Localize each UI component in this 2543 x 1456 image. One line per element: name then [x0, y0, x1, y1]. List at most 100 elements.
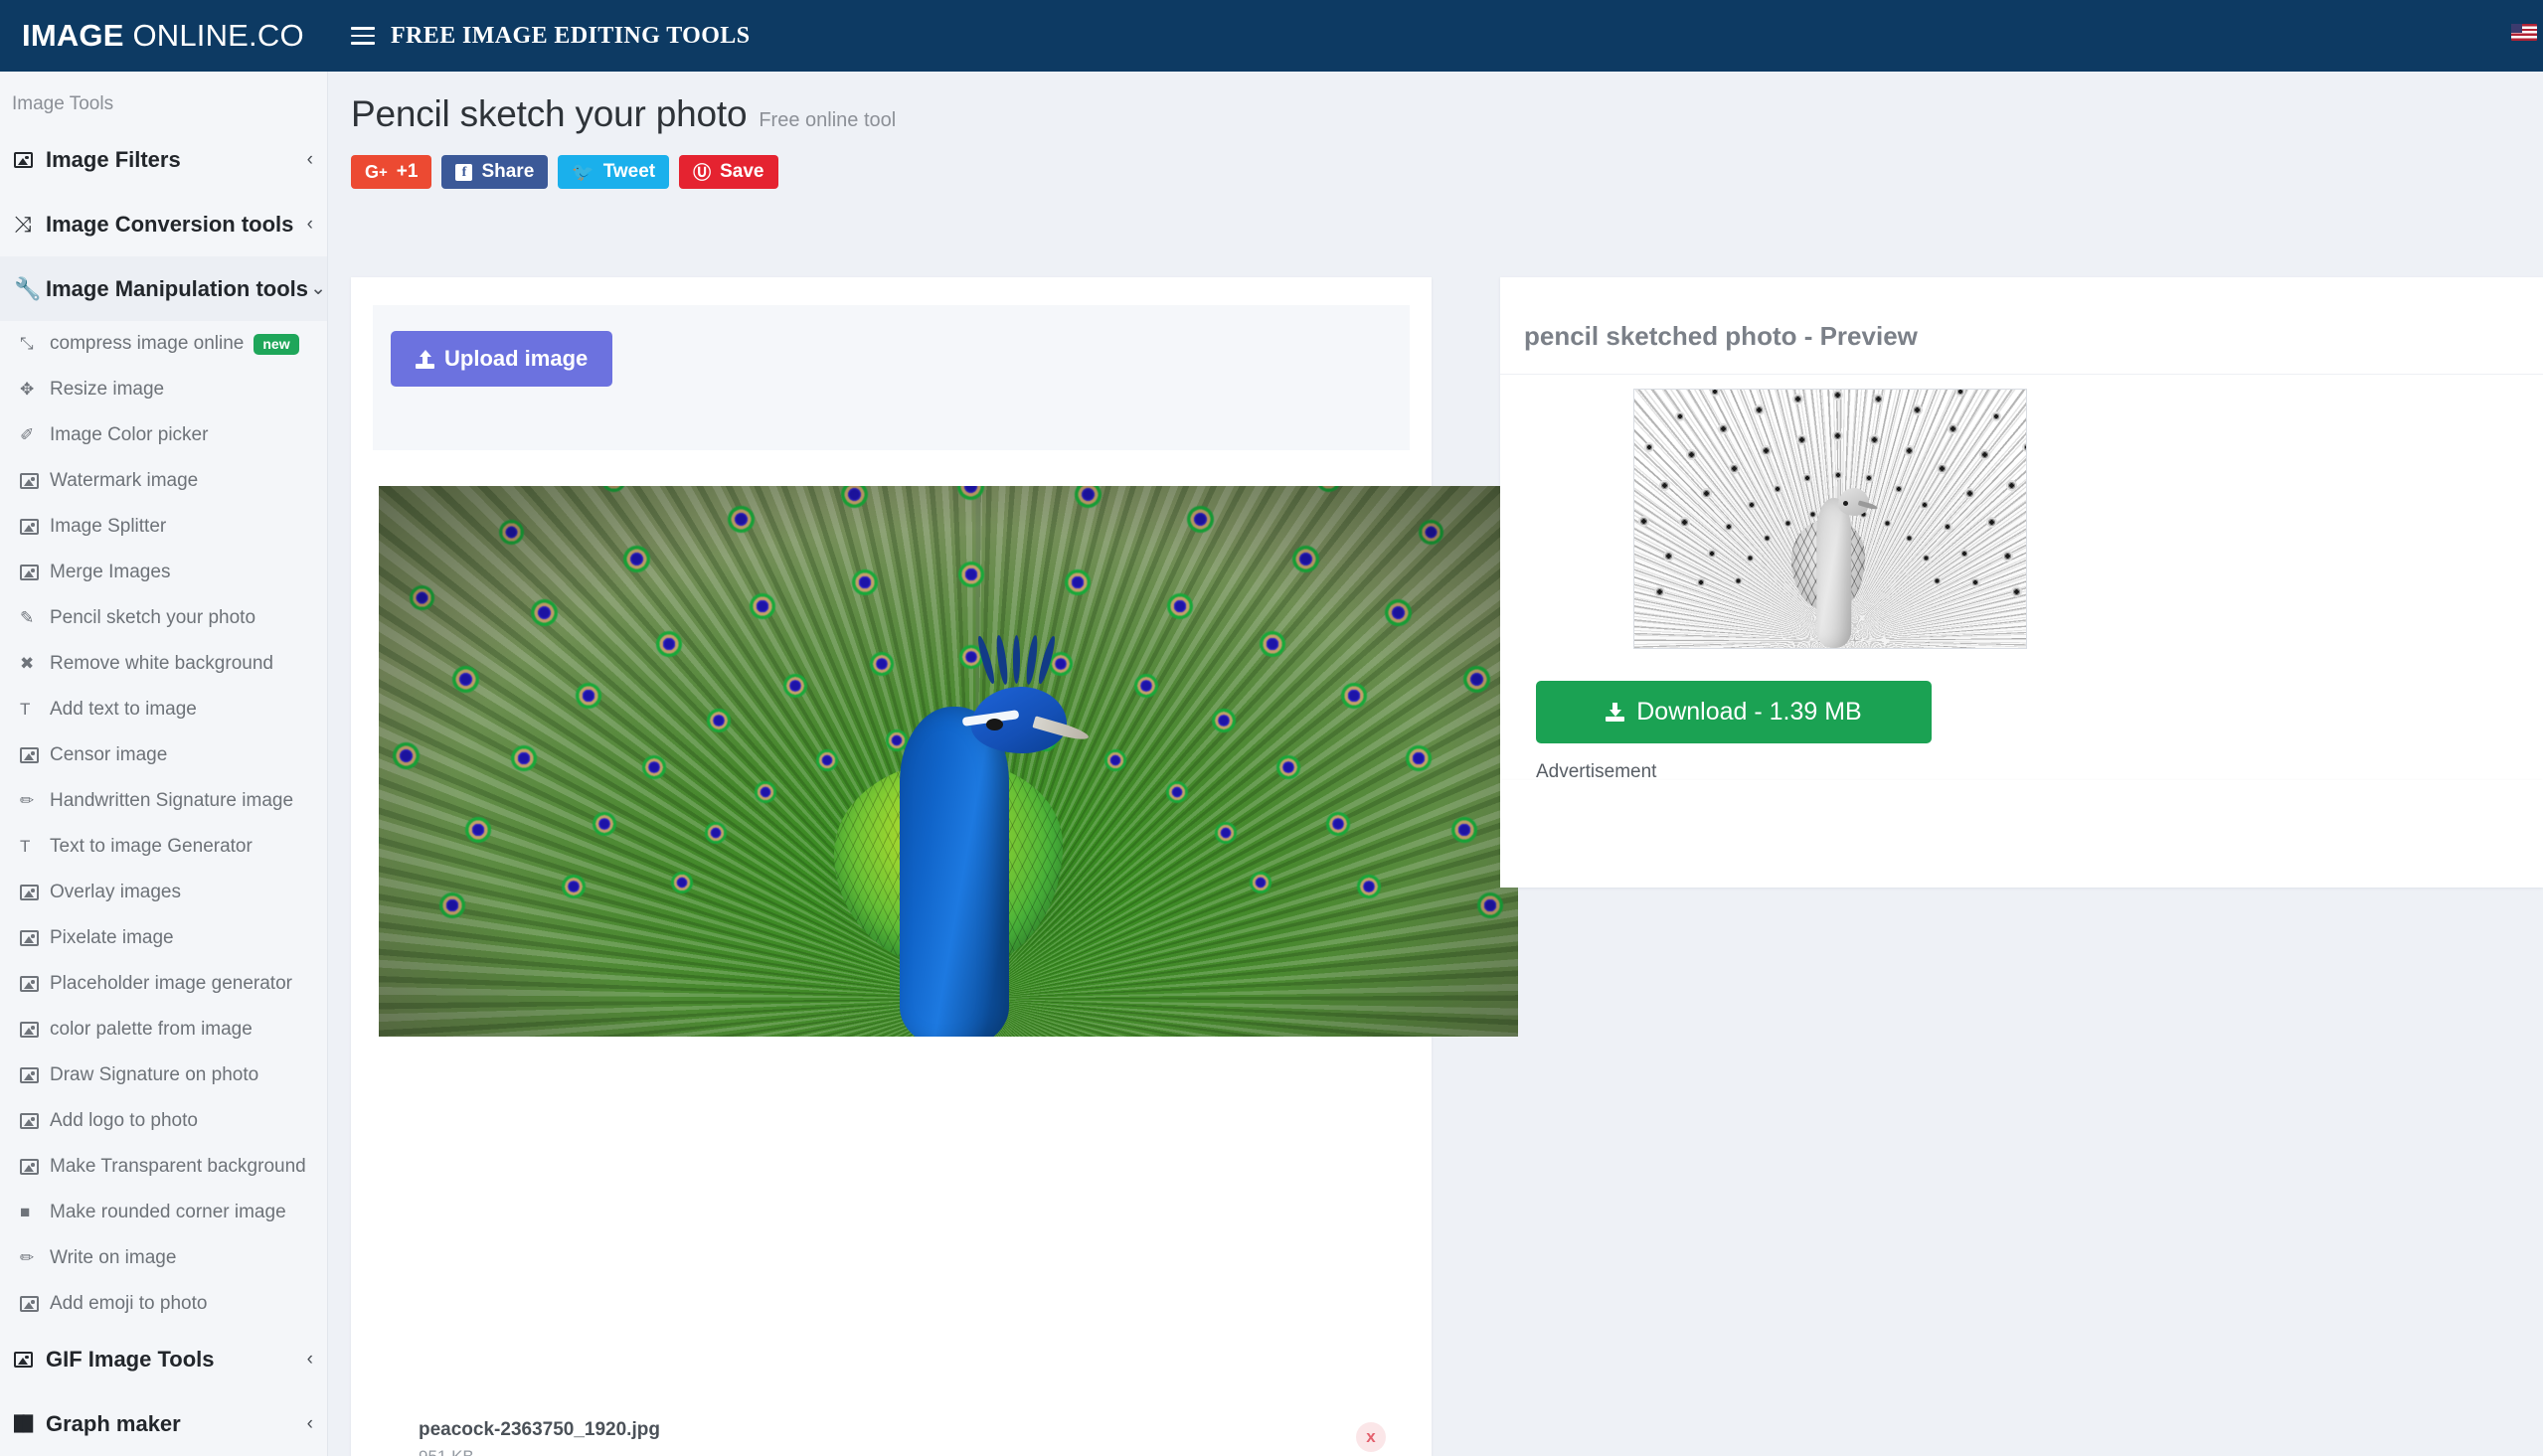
- sketch-ocellus: [1979, 448, 1991, 460]
- sidebar-item-watermark-image[interactable]: Watermark image: [0, 458, 327, 504]
- sketch-ocellus: [1653, 585, 1665, 597]
- sidebar-item-overlay-images[interactable]: Overlay images: [0, 870, 327, 915]
- us-flag-icon[interactable]: [2511, 24, 2537, 41]
- file-size: 951 KB: [419, 1447, 474, 1456]
- sketch-ocellus: [1911, 404, 1923, 416]
- sidebar-item-add-emoji-to-photo[interactable]: Add emoji to photo: [0, 1281, 327, 1327]
- sidebar-group-image-filters[interactable]: Image Filters ‹: [0, 127, 327, 192]
- shuffle-icon: ⤨: [14, 211, 32, 237]
- photo-icon: [20, 747, 50, 763]
- sidebar-item-label: Overlay images: [50, 882, 181, 902]
- google-plus-icon: G +: [365, 161, 388, 182]
- sidebar-item-label: Image Splitter: [50, 516, 167, 537]
- sidebar-item-make-rounded-corner-image[interactable]: ■ Make rounded corner image: [0, 1190, 327, 1235]
- sidebar-item-label: Watermark image: [50, 470, 199, 491]
- sidebar-item-label: Remove white background: [50, 653, 273, 674]
- photo-icon: [14, 1351, 46, 1368]
- sidebar-item-placeholder-image-generator[interactable]: Placeholder image generator: [0, 961, 327, 1007]
- sketch-ocellus: [1685, 448, 1697, 460]
- file-name: peacock-2363750_1920.jpg: [419, 1419, 660, 1440]
- sidebar-group-label: GIF Image Tools: [46, 1346, 215, 1372]
- sidebar-item-pencil-sketch-your-photo[interactable]: ✎ Pencil sketch your photo: [0, 595, 327, 641]
- sketch-ocellus: [1637, 516, 1649, 528]
- sketch-ocellus: [1893, 483, 1904, 494]
- sidebar[interactable]: Image Tools Image Filters ‹ ⤨ Image Conv…: [0, 72, 328, 1456]
- advertisement-slot: [1500, 780, 2543, 888]
- sidebar-group-gif-image-tools[interactable]: GIF Image Tools ‹: [0, 1327, 327, 1391]
- new-badge: new: [254, 333, 299, 355]
- sketch-ocellus: [1746, 553, 1756, 563]
- social-share-bar: G + +1 f Share 🐦 Tweet Ⓤ Save: [351, 155, 2543, 189]
- sketch-ocellus: [1990, 411, 2001, 422]
- photo-icon: [20, 565, 50, 580]
- site-logo[interactable]: IMAGE ONLINE.CO: [0, 18, 328, 54]
- hamburger-icon[interactable]: [351, 25, 375, 47]
- upload-button-label: Upload image: [444, 346, 589, 371]
- uploaded-file-row: peacock-2363750_1920.jpg 951 KB x: [351, 1413, 1432, 1456]
- sidebar-item-remove-white-background[interactable]: ✖ Remove white background: [0, 641, 327, 687]
- sidebar-item-label: Placeholder image generator: [50, 973, 292, 994]
- sidebar-item-merge-images[interactable]: Merge Images: [0, 550, 327, 595]
- google-plus-button[interactable]: G + +1: [351, 155, 432, 189]
- close-x-icon: ✖: [20, 654, 35, 673]
- sidebar-item-resize-image[interactable]: ✥ Resize image: [0, 367, 327, 412]
- sidebar-group-graph-maker[interactable]: ██ Graph maker ‹: [0, 1391, 327, 1456]
- sidebar-item-make-transparent-background[interactable]: Make Transparent background: [0, 1144, 327, 1190]
- wrench-icon: 🔧: [14, 275, 42, 301]
- sketch-ocellus: [1904, 534, 1914, 544]
- eyedropper-icon: ✐: [20, 425, 35, 444]
- sidebar-group-image-conversion-tools[interactable]: ⤨ Image Conversion tools ‹: [0, 192, 327, 256]
- photo-icon: [20, 1296, 50, 1312]
- sidebar-item-handwritten-signature-image[interactable]: ✏ Handwritten Signature image: [0, 778, 327, 824]
- sketch-ocellus: [1643, 441, 1654, 452]
- sketch-ocellus: [1717, 423, 1729, 435]
- sketch-ocellus: [1746, 500, 1757, 511]
- sidebar-item-pixelate-image[interactable]: Pixelate image: [0, 915, 327, 961]
- chevron-down-icon: ⌄: [310, 278, 327, 299]
- sketch-ocellus: [1658, 480, 1670, 492]
- sidebar-item-text-to-image-generator[interactable]: T Text to image Generator: [0, 824, 327, 870]
- sidebar-item-image-color-picker[interactable]: ✐ Image Color picker: [0, 412, 327, 458]
- sidebar-item-censor-image[interactable]: Censor image: [0, 732, 327, 778]
- rounded-square-icon: ■: [20, 1203, 31, 1221]
- main-content: Pencil sketch your photo Free online too…: [329, 72, 2543, 1456]
- chevron-left-icon: ‹: [306, 213, 313, 235]
- remove-file-button[interactable]: x: [1356, 1422, 1386, 1452]
- upload-image-button[interactable]: Upload image: [391, 331, 613, 387]
- sidebar-item-add-text-to-image[interactable]: T Add text to image: [0, 687, 327, 732]
- photo-icon: [20, 1159, 50, 1175]
- sketch-ocellus: [1773, 483, 1783, 494]
- sidebar-item-label: Image Color picker: [50, 424, 209, 445]
- sidebar-item-label: color palette from image: [50, 1019, 253, 1040]
- photo-icon: [20, 976, 50, 992]
- pinterest-save-button[interactable]: Ⓤ Save: [679, 155, 778, 189]
- sidebar-item-add-logo-to-photo[interactable]: Add logo to photo: [0, 1098, 327, 1144]
- sidebar-item-compress-image-online[interactable]: ⤡ compress image online new: [0, 321, 327, 367]
- nav-title[interactable]: FREE IMAGE EDITING TOOLS: [391, 23, 750, 50]
- sidebar-item-color-palette-from-image[interactable]: color palette from image: [0, 1007, 327, 1052]
- sidebar-item-label: Censor image: [50, 744, 168, 765]
- sidebar-item-write-on-image[interactable]: ✏ Write on image: [0, 1235, 327, 1281]
- pencil-sketch-render: [1634, 390, 2026, 648]
- sketch-ocellus: [2001, 550, 2013, 562]
- sidebar-item-label: Add logo to photo: [50, 1110, 198, 1131]
- text-height-icon: T: [20, 837, 31, 856]
- upload-panel: Upload image: [373, 305, 1410, 450]
- photo-icon: [20, 473, 50, 489]
- twitter-tweet-button[interactable]: 🐦 Tweet: [558, 155, 670, 189]
- sidebar-item-image-splitter[interactable]: Image Splitter: [0, 504, 327, 550]
- sidebar-group-image-manipulation-tools[interactable]: 🔧 Image Manipulation tools ⌄: [0, 256, 327, 321]
- preview-title: pencil sketched photo - Preview: [1524, 321, 1918, 351]
- sidebar-item-label: Add emoji to photo: [50, 1293, 208, 1314]
- page-title: Pencil sketch your photo: [351, 93, 748, 134]
- chevron-left-icon: ‹: [306, 1348, 313, 1370]
- top-bar: IMAGE ONLINE.CO FREE IMAGE EDITING TOOLS: [0, 0, 2543, 72]
- sidebar-item-label: Text to image Generator: [50, 836, 253, 857]
- sketch-neck: [1816, 498, 1852, 648]
- pinterest-icon: Ⓤ: [693, 163, 712, 183]
- download-button[interactable]: Download - 1.39 MB: [1536, 681, 1932, 743]
- chevron-left-icon: ‹: [306, 148, 313, 170]
- sidebar-item-draw-signature-on-photo[interactable]: Draw Signature on photo: [0, 1052, 327, 1098]
- logo-light: ONLINE.CO: [123, 18, 304, 53]
- facebook-share-button[interactable]: f Share: [441, 155, 549, 189]
